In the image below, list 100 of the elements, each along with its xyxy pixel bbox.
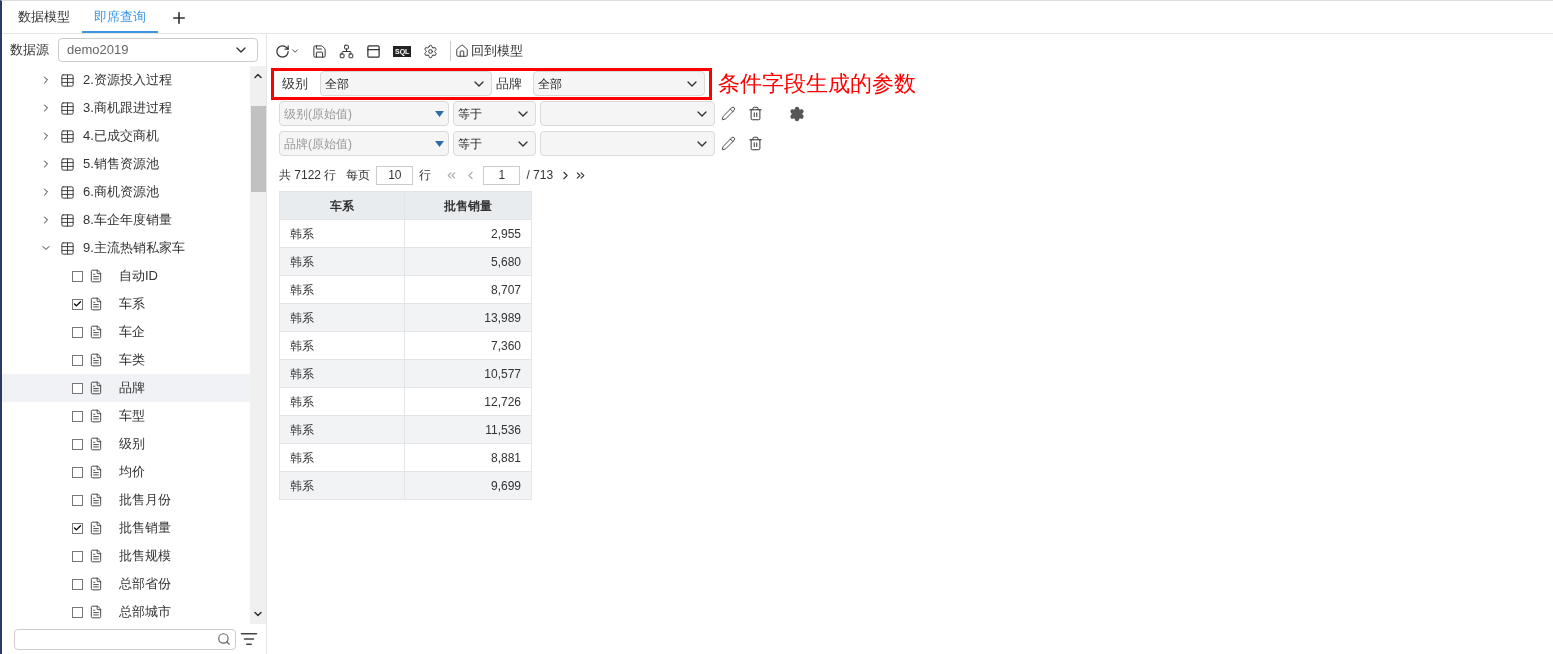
- checkbox[interactable]: [72, 410, 83, 422]
- search-icon: [217, 632, 231, 646]
- column-header: 车系: [279, 191, 405, 220]
- table-cell: 韩系: [279, 471, 405, 500]
- field-icon: [89, 437, 103, 451]
- field-icon: [89, 269, 103, 283]
- checkbox[interactable]: [72, 326, 83, 338]
- table-cell: 11,536: [404, 415, 532, 444]
- tree-item[interactable]: 车企: [2, 318, 250, 346]
- delete-icon[interactable]: [748, 106, 763, 121]
- gear-icon[interactable]: [789, 105, 805, 122]
- tree-item[interactable]: 5.销售资源池: [2, 150, 250, 178]
- checkbox[interactable]: [72, 354, 83, 366]
- table-icon: [60, 184, 75, 200]
- parameter-select[interactable]: 全部: [319, 71, 492, 96]
- edit-icon[interactable]: [721, 136, 736, 151]
- parameter-label: 品牌: [495, 74, 523, 93]
- tree-item[interactable]: 8.车企年度销量: [2, 206, 250, 234]
- tab[interactable]: 数据模型: [6, 2, 82, 33]
- field-icon: [89, 381, 103, 395]
- checkbox[interactable]: [72, 578, 83, 590]
- table-cell: 5,680: [404, 247, 532, 276]
- scroll-thumb[interactable]: [250, 106, 266, 192]
- tree-item[interactable]: 批售销量: [2, 514, 250, 542]
- field-icon: [89, 549, 103, 563]
- per-page-label: 每页: [346, 167, 371, 184]
- tree-item[interactable]: 自动ID: [2, 262, 250, 290]
- scrollbar[interactable]: [250, 66, 266, 624]
- tree-item[interactable]: 批售规模: [2, 542, 250, 570]
- table-cell: 韩系: [279, 415, 405, 444]
- triangle-down-icon: [435, 140, 444, 147]
- tree-item[interactable]: 批售月份: [2, 486, 250, 514]
- chevron-down-icon: [290, 46, 300, 56]
- tree-item[interactable]: 2.资源投入过程: [2, 66, 250, 94]
- tree-item[interactable]: 均价: [2, 458, 250, 486]
- layout-icon[interactable]: [366, 43, 381, 59]
- column-header: 批售销量: [404, 191, 532, 220]
- datasource-select[interactable]: demo2019: [58, 38, 258, 62]
- table-cell: 13,989: [404, 303, 532, 332]
- hierarchy-icon[interactable]: [339, 43, 354, 59]
- filter-icon[interactable]: [240, 630, 258, 648]
- table-cell: 7,360: [404, 331, 532, 360]
- table-cell: 韩系: [279, 247, 405, 276]
- total-rows-text: 共 7122 行: [279, 167, 337, 184]
- checkbox[interactable]: [72, 522, 83, 534]
- table-cell: 8,707: [404, 275, 532, 304]
- operator-select[interactable]: 等于: [453, 131, 536, 156]
- tree-item[interactable]: 级别: [2, 430, 250, 458]
- table-cell: 韩系: [279, 443, 405, 472]
- parameter-select[interactable]: 全部: [533, 71, 705, 96]
- table-cell: 2,955: [404, 219, 532, 248]
- page-field[interactable]: 1: [483, 165, 521, 185]
- checkbox[interactable]: [72, 606, 83, 618]
- table-cell: 12,726: [404, 387, 532, 416]
- delete-icon[interactable]: [748, 136, 763, 151]
- tree-item[interactable]: 车系: [2, 290, 250, 318]
- tree-item[interactable]: 3.商机跟进过程: [2, 94, 250, 122]
- back-to-model-button[interactable]: 回到模型: [450, 41, 524, 61]
- checkbox[interactable]: [72, 270, 83, 282]
- tree-item[interactable]: 总部省份: [2, 570, 250, 598]
- datasource-label: 数据源: [10, 41, 50, 60]
- tree-item[interactable]: 总部城市: [2, 598, 250, 624]
- checkbox[interactable]: [72, 494, 83, 506]
- checkbox[interactable]: [72, 382, 83, 394]
- checkbox[interactable]: [72, 438, 83, 450]
- table-cell: 韩系: [279, 359, 405, 388]
- table-cell: 韩系: [279, 219, 405, 248]
- tree-item[interactable]: 6.商机资源池: [2, 178, 250, 206]
- checkbox[interactable]: [72, 298, 83, 310]
- checkbox[interactable]: [72, 550, 83, 562]
- table-cell: 韩系: [279, 275, 405, 304]
- rows-label: 行: [419, 167, 432, 184]
- field-icon: [89, 353, 103, 367]
- field-icon: [89, 605, 103, 619]
- refresh-button[interactable]: [275, 43, 300, 59]
- annotation-text: 条件字段生成的参数: [718, 70, 916, 98]
- per-page-field[interactable]: 10: [376, 165, 414, 185]
- field-icon: [89, 409, 103, 423]
- search-field[interactable]: [14, 628, 236, 650]
- table-cell: 韩系: [279, 331, 405, 360]
- table-cell: 9,699: [404, 471, 532, 500]
- table-cell: 8,881: [404, 443, 532, 472]
- edit-icon[interactable]: [721, 106, 736, 121]
- tree-item[interactable]: 9.主流热销私家车: [2, 234, 250, 262]
- tree-item[interactable]: 车型: [2, 402, 250, 430]
- tree-item[interactable]: 车类: [2, 346, 250, 374]
- table-icon: [60, 240, 75, 256]
- table-icon: [60, 72, 75, 88]
- triangle-down-icon: [435, 110, 444, 117]
- table-icon: [60, 156, 75, 172]
- settings-icon[interactable]: [423, 43, 439, 59]
- tree-item[interactable]: 品牌: [2, 374, 250, 402]
- tree-item[interactable]: 4.已成交商机: [2, 122, 250, 150]
- field-icon: [89, 521, 103, 535]
- field-icon: [89, 465, 103, 479]
- save-icon[interactable]: [312, 43, 327, 59]
- checkbox[interactable]: [72, 466, 83, 478]
- house-icon: [455, 44, 470, 58]
- table-cell: 韩系: [279, 387, 405, 416]
- operator-select[interactable]: 等于: [453, 101, 536, 126]
